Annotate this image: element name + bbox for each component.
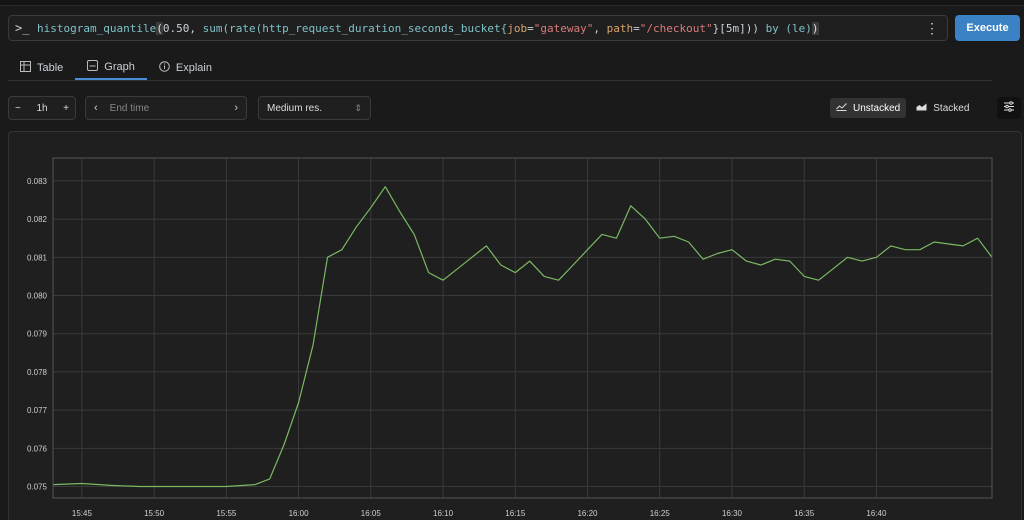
- tab-table-label: Table: [37, 62, 64, 74]
- y-tick-label: 0.083: [27, 177, 48, 186]
- y-tick-label: 0.075: [27, 483, 48, 492]
- range-decrease-button[interactable]: −: [15, 103, 21, 114]
- graph-settings-button[interactable]: [997, 97, 1021, 119]
- unstacked-label: Unstacked: [853, 102, 901, 114]
- line-chart[interactable]: 0.083 0.082 0.081 0.080 0.079 0.078 0.077 0.076…: [9, 132, 1023, 520]
- resolution-value: Medium res.: [267, 102, 323, 114]
- y-tick-label: 0.081: [27, 253, 48, 262]
- y-tick-label: 0.082: [27, 215, 48, 224]
- tab-explain[interactable]: Explain: [147, 56, 224, 80]
- sliders-icon: [1003, 99, 1015, 117]
- unstacked-button[interactable]: Unstacked: [830, 98, 907, 118]
- series-line[interactable]: [52, 186, 993, 488]
- x-tick-label: 16:30: [722, 509, 743, 518]
- terminal-prompt-icon: >_: [15, 21, 30, 35]
- stack-toggle-group: Unstacked Stacked: [830, 98, 975, 118]
- x-tick-label: 16:05: [361, 509, 382, 518]
- y-tick-label: 0.076: [27, 444, 48, 453]
- query-editor[interactable]: >_ histogram_quantile(0.50, sum(rate(htt…: [8, 15, 948, 41]
- chart-panel: 0.083 0.082 0.081 0.080 0.079 0.078 0.077 0.076…: [8, 131, 1022, 520]
- chevron-right-icon[interactable]: ›: [234, 102, 238, 114]
- x-tick-label: 16:15: [505, 509, 526, 518]
- end-time-placeholder: End time: [109, 102, 150, 114]
- tab-graph-label: Graph: [104, 61, 135, 73]
- x-tick-label: 15:50: [144, 509, 165, 518]
- stacked-label: Stacked: [933, 102, 970, 114]
- x-tick-label: 16:40: [866, 509, 887, 518]
- x-tick-label: 16:20: [577, 509, 598, 518]
- query-text[interactable]: histogram_quantile(0.50, sum(rate(http_r…: [31, 21, 819, 35]
- x-tick-label: 15:55: [216, 509, 237, 518]
- chevron-left-icon[interactable]: ‹: [94, 102, 98, 114]
- range-control: − 1h +: [8, 96, 76, 120]
- window-top-strip: [0, 0, 1024, 6]
- tab-divider: [8, 80, 992, 81]
- x-tick-label: 16:10: [433, 509, 454, 518]
- range-increase-button[interactable]: +: [63, 103, 69, 114]
- stacked-button[interactable]: Stacked: [910, 98, 975, 118]
- x-tick-label: 16:35: [794, 509, 815, 518]
- y-tick-label: 0.079: [27, 330, 48, 339]
- y-tick-label: 0.078: [27, 368, 48, 377]
- chevron-updown-icon: ⇕: [354, 102, 362, 113]
- y-tick-label: 0.080: [27, 292, 48, 301]
- end-time-input[interactable]: ‹ End time ›: [85, 96, 247, 120]
- resolution-select[interactable]: Medium res. ⇕: [258, 96, 371, 120]
- y-tick-label: 0.077: [27, 406, 48, 415]
- line-chart-icon: [836, 102, 847, 114]
- x-tick-label: 16:25: [650, 509, 671, 518]
- info-icon: [159, 61, 170, 75]
- tab-graph[interactable]: Graph: [75, 56, 147, 80]
- area-chart-icon: [916, 102, 927, 114]
- table-icon: [20, 61, 31, 75]
- range-value[interactable]: 1h: [36, 103, 47, 114]
- execute-button[interactable]: Execute: [955, 15, 1020, 41]
- kebab-menu-icon[interactable]: ⋮: [925, 20, 939, 36]
- tab-table[interactable]: Table: [8, 56, 75, 80]
- tab-explain-label: Explain: [175, 62, 212, 74]
- view-tabs: Table Graph Explain: [8, 56, 224, 80]
- x-tick-label: 16:00: [289, 509, 310, 518]
- graph-icon: [87, 60, 99, 74]
- x-tick-label: 15:45: [72, 509, 93, 518]
- plot-frame: [52, 157, 993, 499]
